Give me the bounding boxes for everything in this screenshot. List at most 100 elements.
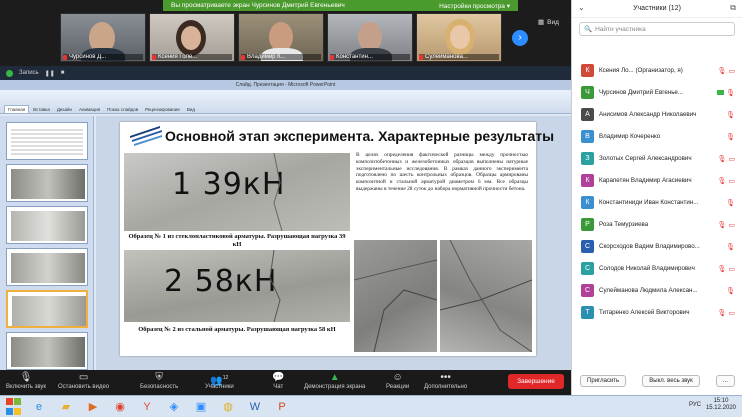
presenter-bar: Запись ❚❚ ■ xyxy=(0,66,571,80)
folder-icon[interactable]: ▰ xyxy=(54,398,78,416)
zoom-icon[interactable]: ◈ xyxy=(162,398,186,416)
chat-button[interactable]: 💬 Чат xyxy=(272,372,284,390)
mic-muted-icon: 🎙 xyxy=(726,199,735,207)
participant-row[interactable]: Ч Чурсинов Дмитрий Евгенье... 🎙 xyxy=(572,82,742,103)
video-strip: Чурсинов Д... Ксения Голе... Владимир К.… xyxy=(60,13,502,62)
chat-icon: 💬 xyxy=(272,372,285,383)
participant-row[interactable]: К Ксения Ло... (Организатор, я) 🎙 ▭ xyxy=(572,60,742,81)
pause-icon[interactable]: ❚❚ xyxy=(45,70,55,77)
sample-photo-4 xyxy=(440,240,532,352)
participant-row[interactable]: Р Роза Темурзиева 🎙 ▭ xyxy=(572,214,742,235)
mic-muted-icon: 🎙 xyxy=(726,133,735,141)
powerpoint-icon[interactable]: P xyxy=(270,398,294,416)
video-tile[interactable]: Чурсинов Д... xyxy=(60,13,146,62)
ribbon-tab[interactable]: Рецензирование xyxy=(142,106,183,113)
participant-row[interactable]: С Скорсходов Вадим Владимирово... 🎙 xyxy=(572,236,742,257)
unmute-button[interactable]: 🎙 Включить звук xyxy=(6,372,46,390)
participant-name: Владимир Кочеренко xyxy=(599,133,661,140)
share-icon: ▲ xyxy=(329,372,340,383)
viewing-banner: Вы просматриваете экран Чурсинов Дмитрий… xyxy=(163,0,518,11)
ie-icon[interactable]: e xyxy=(27,398,51,416)
participant-row[interactable]: В Владимир Кочеренко 🎙 xyxy=(572,126,742,147)
avatar: С xyxy=(581,262,594,275)
meeting-toolbar: 🎙 Включить звук ▭ Остановить видео ⛨ Безопа… xyxy=(0,370,571,395)
sample-photo-3 xyxy=(354,240,437,352)
ppt-ribbon: Главная Вставка Дизайн Анимация Показ сл… xyxy=(0,90,571,114)
stop-video-button[interactable]: ▭ Остановить видео xyxy=(58,372,109,390)
yandex-icon[interactable]: Y xyxy=(135,398,159,416)
video-name: Константин... xyxy=(336,54,373,60)
sample-photo-2: 2 58кН xyxy=(124,250,350,322)
participant-row[interactable]: Т Титаренко Алексей Викторович 🎙 ▭ xyxy=(572,302,742,323)
participant-name: Константиниди Иван Константин... xyxy=(599,199,699,206)
share-screen-button[interactable]: ▲ Демонстрация экрана xyxy=(304,372,365,390)
video-name: Чурсинов Д... xyxy=(69,54,107,60)
security-button[interactable]: ⛨ Безопасность xyxy=(140,372,178,390)
view-options-button[interactable]: Настройки просмотра ▾ xyxy=(439,2,510,10)
reactions-button[interactable]: ☺ Реакции xyxy=(386,372,409,390)
slide-thumbnail-selected[interactable]: 14 xyxy=(6,290,88,328)
muted-mic-icon xyxy=(152,54,156,60)
chrome-icon[interactable]: ◉ xyxy=(108,398,132,416)
participants-button[interactable]: 👥12 Участники xyxy=(205,372,234,390)
view-button[interactable]: ▦ Вид xyxy=(538,18,559,27)
stop-icon[interactable]: ■ xyxy=(61,70,65,76)
start-button[interactable] xyxy=(2,398,24,416)
participant-row[interactable]: К Константиниди Иван Константин... 🎙 xyxy=(572,192,742,213)
language-indicator[interactable]: РУС xyxy=(689,402,701,408)
video-tile[interactable]: Ксения Голе... xyxy=(149,13,235,62)
video-tile[interactable]: Владимир К... xyxy=(238,13,324,62)
clock[interactable]: 15:10 15.12.2020 xyxy=(706,398,736,411)
video-name: Ксения Голе... xyxy=(158,54,198,60)
minimize-icon[interactable]: ⌄ xyxy=(578,3,585,12)
ribbon-tab[interactable]: Показ слайдов xyxy=(104,106,141,113)
slide-thumbnails: 10 11 12 13 14 15 xyxy=(0,116,94,370)
participant-name: Чурсинов Дмитрий Евгенье... xyxy=(599,89,684,96)
mic-muted-icon: 🎙 xyxy=(726,243,735,251)
chevron-right-icon: › xyxy=(518,32,522,43)
mute-all-button[interactable]: Выкл. весь звук xyxy=(642,375,700,387)
avatar: К xyxy=(581,64,594,77)
slide: Основной этап эксперимента. Характерные … xyxy=(120,122,554,356)
slide-thumbnail[interactable]: 15 xyxy=(6,332,88,370)
participant-row[interactable]: С Солодов Николай Владимирович 🎙 ▭ xyxy=(572,258,742,279)
ribbon-tab[interactable]: Дизайн xyxy=(54,106,75,113)
participant-row[interactable]: З Золотых Сергей Александрович 🎙 ▭ xyxy=(572,148,742,169)
invite-button[interactable]: Пригласить xyxy=(580,375,627,387)
participant-row[interactable]: К Карапетян Владимир Агасиевич 🎙 ▭ xyxy=(572,170,742,191)
video-off-icon: ▭ xyxy=(728,155,735,163)
ppt-title: Слайд. Презентация - Microsoft PowerPoin… xyxy=(0,80,571,90)
ribbon-tab[interactable]: Главная xyxy=(4,105,30,113)
next-videos-button[interactable]: › xyxy=(512,30,528,46)
slide-thumbnail[interactable]: 12 xyxy=(6,206,88,244)
video-tile[interactable]: Сулейманова... xyxy=(416,13,502,62)
mic-muted-icon: 🎙 xyxy=(717,155,727,163)
end-meeting-button[interactable]: Завершение xyxy=(508,374,564,389)
camera-icon[interactable]: ◍ xyxy=(216,398,240,416)
video-tile[interactable]: Константин... xyxy=(327,13,413,62)
video-off-icon: ▭ xyxy=(728,177,735,185)
media-icon[interactable]: ▶ xyxy=(81,398,105,416)
participant-name: Скорсходов Вадим Владимирово... xyxy=(599,243,700,250)
crack-lines xyxy=(273,153,283,231)
ribbon-tab[interactable]: Вставка xyxy=(30,106,53,113)
grid-icon: ▦ xyxy=(538,19,545,26)
camera-icon: ▭ xyxy=(78,372,89,383)
slide-body-text: В целях определения фактической разницы … xyxy=(356,152,528,192)
slide-title: Основной этап эксперимента. Характерные … xyxy=(165,128,555,144)
mic-muted-icon: 🎙 xyxy=(717,221,727,229)
participant-row[interactable]: А Анисимов Александр Николаевич 🎙 xyxy=(572,104,742,125)
ribbon-tab[interactable]: Вид xyxy=(184,106,198,113)
more-button[interactable]: ••• Дополнительно xyxy=(424,372,467,390)
slide-thumbnail[interactable]: 10 xyxy=(6,122,88,160)
word-icon[interactable]: W xyxy=(243,398,267,416)
crack-lines xyxy=(269,250,281,322)
slide-thumbnail[interactable]: 13 xyxy=(6,248,88,286)
video-icon[interactable]: ▣ xyxy=(189,398,213,416)
ribbon-tab[interactable]: Анимация xyxy=(76,106,103,113)
slide-thumbnail[interactable]: 11 xyxy=(6,164,88,202)
participant-row[interactable]: С Сулейманова Людмила Алексан... 🎙 xyxy=(572,280,742,301)
participant-search-input[interactable]: 🔍 Найти участника xyxy=(579,22,735,36)
more-options-button[interactable]: ... xyxy=(715,375,735,387)
popout-icon[interactable]: ⧉ xyxy=(730,3,736,13)
